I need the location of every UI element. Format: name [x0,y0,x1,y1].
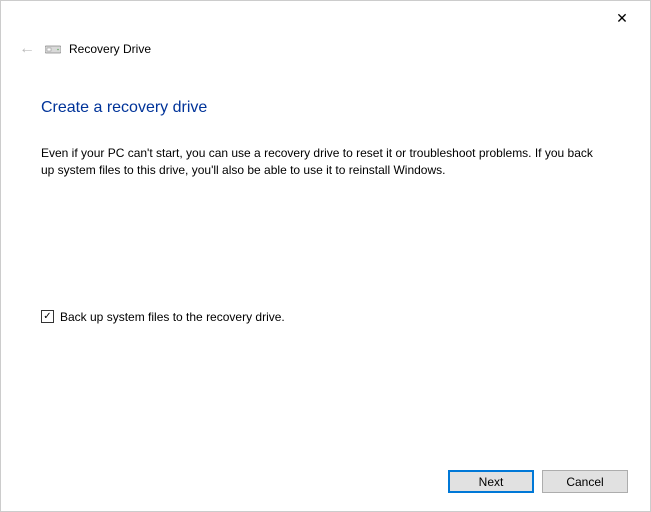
backup-checkbox-row[interactable]: ✓ Back up system files to the recovery d… [41,310,610,324]
cancel-button[interactable]: Cancel [542,470,628,493]
next-button[interactable]: Next [448,470,534,493]
close-button[interactable]: ✕ [602,5,642,31]
back-arrow-icon: ← [19,40,35,58]
backup-checkbox-label: Back up system files to the recovery dri… [60,310,285,324]
recovery-drive-icon [45,43,61,55]
page-heading: Create a recovery drive [41,99,610,117]
titlebar: ✕ [1,1,650,31]
backup-checkbox[interactable]: ✓ [41,310,54,323]
footer-buttons: Next Cancel [448,470,628,493]
window-title: Recovery Drive [69,42,151,56]
close-icon: ✕ [616,10,628,27]
content-area: Create a recovery drive Even if your PC … [1,59,650,324]
checkmark-icon: ✓ [43,312,51,322]
header-row: ← Recovery Drive [1,31,650,59]
description-text: Even if your PC can't start, you can use… [41,145,601,180]
back-button[interactable]: ← [17,39,37,59]
